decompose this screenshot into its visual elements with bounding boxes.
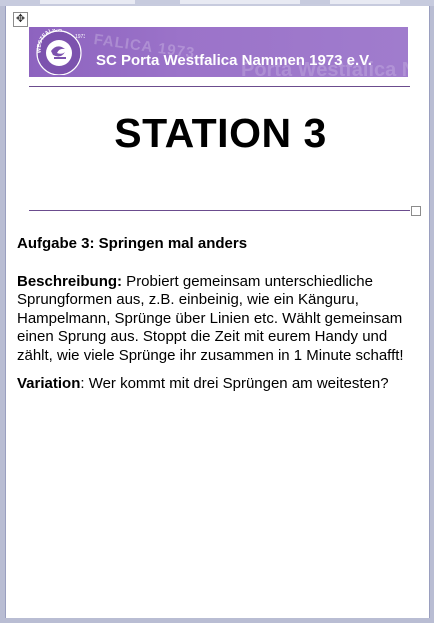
move-arrows-icon[interactable]: ✥ (13, 12, 28, 27)
club-logo-icon: WESTFALICA 1973 (36, 29, 85, 75)
club-name: SC Porta Westfalica Nammen 1973 e.V. (96, 52, 372, 69)
document-page: ✥ WESTFALICA 1973 FALICA 1973 Porta West… (5, 6, 430, 618)
task-variation: Variation: Wer kommt mit drei Sprüngen a… (17, 375, 407, 394)
task-description: Beschreibung: Probiert gemeinsam untersc… (17, 273, 407, 366)
divider-bottom (29, 210, 410, 211)
station-title: STATION 3 (114, 110, 327, 156)
task-content: Aufgabe 3: Springen mal anders Beschreib… (17, 235, 407, 404)
logo-year: 1973 (75, 34, 85, 40)
table-resize-handle[interactable] (411, 206, 421, 216)
divider-top (29, 86, 410, 87)
task-title: Aufgabe 3: Springen mal anders (17, 235, 248, 252)
variation-label: Variation (17, 375, 81, 392)
description-label: Beschreibung: (17, 272, 123, 290)
variation-text: : Wer kommt mit drei Sprüngen am weitest… (80, 375, 389, 392)
club-banner: WESTFALICA 1973 FALICA 1973 Porta Westfa… (29, 27, 408, 77)
